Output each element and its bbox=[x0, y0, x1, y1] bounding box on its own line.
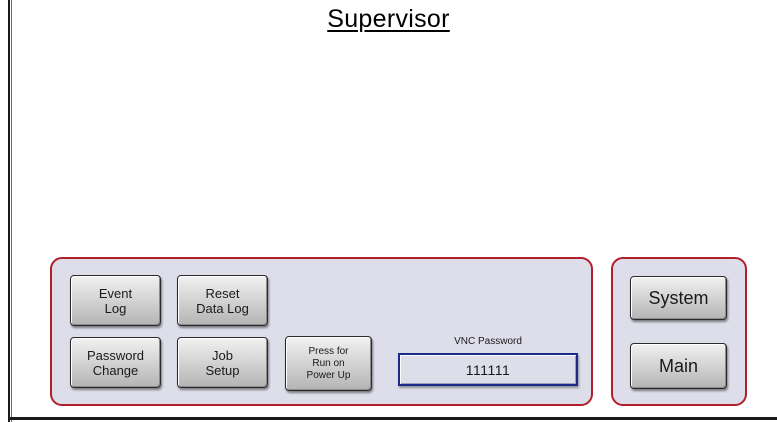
event-log-button[interactable]: Event Log bbox=[70, 275, 161, 326]
system-button[interactable]: System bbox=[630, 276, 727, 320]
run-on-power-up-button[interactable]: Press for Run on Power Up bbox=[285, 336, 372, 391]
job-setup-button[interactable]: Job Setup bbox=[177, 337, 268, 388]
reset-data-log-button[interactable]: Reset Data Log bbox=[177, 275, 268, 326]
main-button[interactable]: Main bbox=[630, 343, 727, 389]
frame-divider bbox=[11, 0, 12, 422]
vnc-password-field[interactable]: 111111 bbox=[398, 353, 578, 386]
bottom-border bbox=[10, 417, 777, 420]
password-change-button[interactable]: Password Change bbox=[70, 337, 161, 388]
page-title: Supervisor bbox=[327, 5, 450, 33]
vnc-password-label: VNC Password bbox=[454, 336, 522, 347]
